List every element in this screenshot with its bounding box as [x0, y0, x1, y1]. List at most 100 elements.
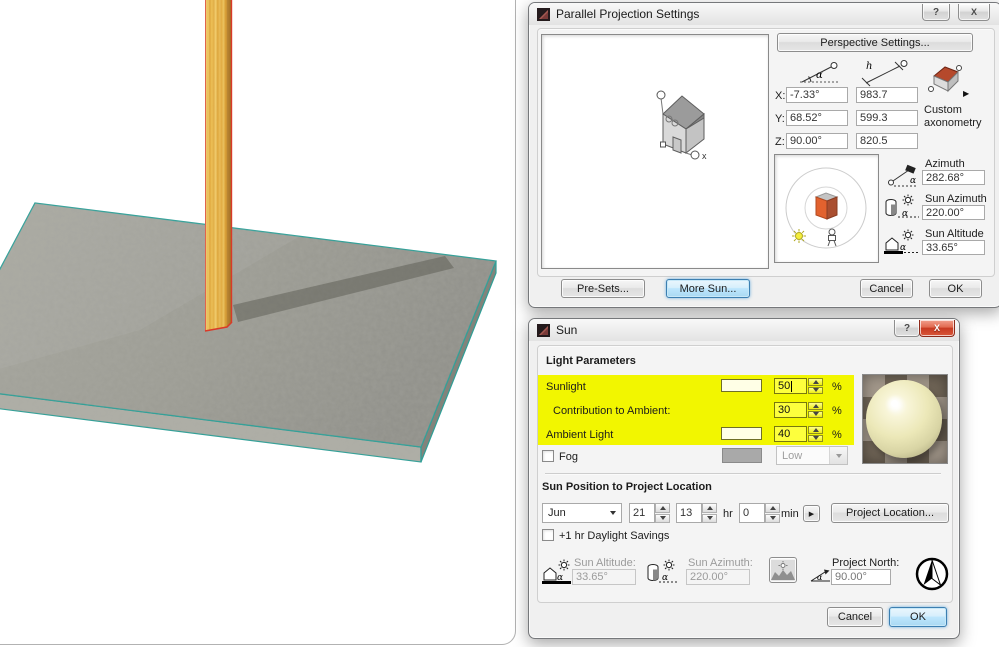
svg-text:x: x [702, 151, 707, 161]
azimuth-field[interactable]: 282.68° [922, 170, 985, 185]
svg-text:α: α [910, 176, 916, 186]
sunlight-color-swatch[interactable] [721, 379, 762, 392]
help-icon: ? [932, 6, 940, 18]
pps-title: Parallel Projection Settings [556, 7, 700, 21]
contribution-value-field[interactable]: 30 [774, 402, 807, 418]
month-dropdown[interactable]: Jun [542, 503, 622, 523]
project-north-label: Project North: [832, 557, 900, 569]
axonometry-flyout-icon[interactable]: ▶ [963, 89, 969, 98]
fog-checkbox[interactable] [542, 450, 554, 462]
pps-help-button[interactable]: ? [922, 4, 950, 21]
fog-level-dropdown[interactable]: Low [776, 446, 848, 465]
axis-x-label: X: [775, 90, 786, 102]
day-spinner[interactable] [655, 503, 670, 523]
pps-ok-button[interactable]: OK [929, 279, 982, 298]
pps-sun-altitude-label: Sun Altitude [925, 228, 984, 240]
more-sun-button[interactable]: More Sun... [666, 279, 750, 298]
spinner-up-icon[interactable] [808, 426, 823, 434]
spinner-up-icon[interactable] [765, 503, 780, 513]
axis-y-label: Y: [775, 113, 785, 125]
axis-x-angle-field[interactable]: -7.33° [786, 87, 848, 103]
spinner-down-icon[interactable] [765, 513, 780, 523]
contribution-label: Contribution to Ambient: [553, 405, 671, 417]
sun-cancel-button[interactable]: Cancel [827, 607, 883, 627]
minute-field[interactable]: 0 [739, 503, 765, 523]
axis-y-angle-field[interactable]: 68.52° [786, 110, 848, 126]
spinner-up-icon[interactable] [702, 503, 717, 513]
spinner-down-icon[interactable] [808, 410, 823, 418]
sun-azimuth-icon: α [885, 194, 919, 219]
sun-dialog: Sun ? X Light Parameters Sunlight 50 % C… [528, 318, 960, 639]
sun-help-button[interactable]: ? [894, 320, 920, 337]
custom-axonometry-label: Custom axonometry [924, 104, 982, 129]
spinner-up-icon[interactable] [655, 503, 670, 513]
ambient-spinner[interactable] [808, 426, 823, 442]
play-icon: ▶ [808, 510, 815, 518]
screen: Parallel Projection Settings ? X x Persp… [0, 0, 999, 647]
axis-z-length-field[interactable]: 820.5 [856, 133, 918, 149]
pps-cancel-button[interactable]: Cancel [860, 279, 913, 298]
landscape-icon [771, 560, 795, 580]
project-location-button[interactable]: Project Location... [831, 503, 949, 523]
project-north-field[interactable]: 90.00° [831, 569, 891, 585]
close-icon: X [933, 323, 940, 333]
sun-altitude-icon: α [884, 229, 919, 254]
sun-close-button[interactable]: X [919, 320, 955, 337]
axis-z-angle-field[interactable]: 90.00° [786, 133, 848, 149]
axis-y-length-field[interactable]: 599.3 [856, 110, 918, 126]
pps-close-button[interactable]: X [958, 4, 990, 21]
svg-text:α: α [816, 70, 823, 81]
concrete-slab[interactable] [0, 202, 497, 463]
wooden-post[interactable] [204, 0, 233, 332]
hour-spinner[interactable] [702, 503, 717, 523]
spinner-down-icon[interactable] [655, 513, 670, 523]
ambient-color-swatch[interactable] [721, 427, 762, 440]
light-parameters-header: Light Parameters [546, 355, 636, 367]
spinner-up-icon[interactable] [808, 378, 823, 386]
play-button[interactable]: ▶ [803, 505, 820, 522]
chevron-down-icon [829, 447, 847, 464]
app-icon [537, 7, 550, 21]
readout-sun-azimuth-field: 220.00° [686, 569, 750, 585]
day-field[interactable]: 21 [629, 503, 655, 523]
perspective-settings-button[interactable]: Perspective Settings... [777, 33, 973, 52]
spinner-down-icon[interactable] [702, 513, 717, 523]
spinner-down-icon[interactable] [808, 386, 823, 394]
axonometry-preview[interactable]: x [541, 34, 769, 269]
ambient-unit-label: % [832, 429, 842, 441]
minute-spinner[interactable] [765, 503, 780, 523]
fog-color-swatch[interactable] [722, 448, 762, 463]
sunlight-value-field[interactable]: 50 [774, 378, 807, 394]
sunlight-label: Sunlight [546, 381, 586, 393]
ambient-value-field[interactable]: 40 [774, 426, 807, 442]
svg-text:h: h [866, 61, 872, 72]
axis-x-length-field[interactable]: 983.7 [856, 87, 918, 103]
sun-azimuth-field[interactable]: 220.00° [922, 205, 985, 220]
custom-axonometry-icon[interactable] [926, 63, 964, 93]
minute-unit-label: min [781, 508, 799, 520]
contribution-spinner[interactable] [808, 402, 823, 418]
hour-field[interactable]: 13 [676, 503, 702, 523]
camera-azimuth-icon: α [888, 164, 917, 187]
daylight-savings-label: +1 hr Daylight Savings [559, 530, 670, 542]
daylight-savings-checkbox[interactable] [542, 529, 554, 541]
sky-image-button[interactable] [769, 557, 797, 583]
dial-graphic [785, 167, 867, 249]
pps-sun-altitude-field[interactable]: 33.65° [922, 240, 985, 255]
sun-ok-button[interactable]: OK [889, 607, 947, 627]
sunlight-unit-label: % [832, 381, 842, 393]
sun-title: Sun [556, 323, 578, 337]
readout-sun-altitude-label: Sun Altitude: [574, 557, 636, 569]
sunlight-spinner[interactable] [808, 378, 823, 394]
compass-north-icon [915, 557, 949, 591]
spinner-up-icon[interactable] [808, 402, 823, 410]
sun-orientation-dial[interactable] [774, 154, 879, 263]
spinner-down-icon[interactable] [808, 434, 823, 442]
parallel-projection-dialog: Parallel Projection Settings ? X x Persp… [528, 2, 999, 308]
axis-scale-icon: h [861, 60, 908, 87]
viewport-3d[interactable] [0, 0, 530, 647]
help-icon: ? [903, 322, 911, 334]
presets-button[interactable]: Pre-Sets... [561, 279, 645, 298]
azimuth-label: Azimuth [925, 158, 965, 170]
chevron-down-icon [610, 511, 616, 515]
